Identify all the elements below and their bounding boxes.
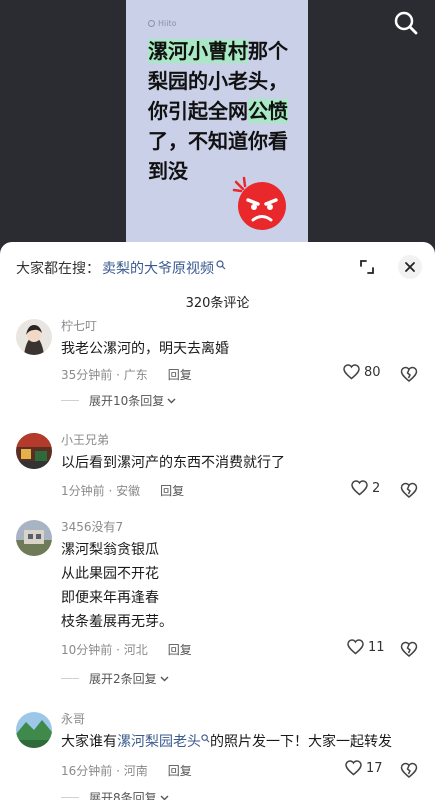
close-button[interactable] [398, 255, 422, 279]
chevron-down-icon [167, 398, 176, 404]
comment-text: 我老公漯河的，明天去离婚 [61, 337, 229, 361]
comment-meta: 35分钟前 · 广东 回复 [61, 366, 192, 383]
caption-part: 公愤 [248, 99, 288, 123]
comment-time-location: 35分钟前 · 广东 [61, 368, 148, 382]
comment-item: 永哥 大家谁有漯河梨园老头 的照片发一下！大家一起转发 16分钟前 · 河南 回复… [0, 712, 435, 800]
avatar[interactable] [16, 433, 52, 469]
video-watermark: Hiito [148, 19, 177, 28]
comment-line: 枝条羞展再无芽。 [61, 614, 173, 630]
angry-face-emoji-icon [232, 176, 286, 230]
divider [61, 400, 79, 401]
comment-username[interactable]: 永哥 [61, 710, 85, 727]
search-icon[interactable] [393, 10, 419, 36]
trending-search-prefix: 大家都在搜： [16, 261, 100, 277]
comment-line: 即便来年再逢春 [61, 590, 159, 606]
avatar[interactable] [16, 712, 52, 748]
watermark-circle-icon [148, 20, 155, 27]
video-caption: 漯河小曹村那个梨园的小老头，你引起全网公愤了，不知道你看到没 [148, 36, 298, 186]
expand-replies-button[interactable]: 展开8条回复 [61, 789, 169, 800]
like-button[interactable]: 2 [351, 480, 380, 496]
comment-meta: 10分钟前 · 河北 回复 [61, 641, 192, 658]
comment-text: 以后看到漯河产的东西不消费就行了 [61, 451, 285, 475]
reply-button[interactable]: 回复 [160, 482, 184, 499]
chevron-down-icon [160, 795, 169, 800]
reply-button[interactable]: 回复 [168, 366, 192, 383]
dislike-broken-heart-icon[interactable] [400, 481, 418, 499]
comment-line: 从此果园不开花 [61, 566, 159, 582]
heart-icon [347, 639, 364, 655]
comment-search-link[interactable]: 漯河梨园老头 [117, 734, 201, 750]
caption-part: 漯河小曹村 [148, 39, 248, 63]
comment-text: 大家谁有漯河梨园老头 的照片发一下！大家一起转发 [61, 730, 392, 754]
comment-line: 我老公漯河的，明天去离婚 [61, 341, 229, 357]
chevron-down-icon [160, 676, 169, 682]
like-button[interactable]: 11 [347, 639, 385, 655]
expand-replies-label: 展开8条回复 [89, 791, 157, 800]
comment-time-location: 16分钟前 · 河南 [61, 764, 148, 778]
comment-username[interactable]: 柠七叮 [61, 317, 97, 334]
avatar[interactable] [16, 520, 52, 556]
comment-item: 小王兄弟 以后看到漯河产的东西不消费就行了 1分钟前 · 安徽 回复 2 [0, 433, 435, 503]
comment-item: 3456没有7 漯河梨翁贪银瓜 从此果园不开花 即便来年再逢春 枝条羞展再无芽。… [0, 520, 435, 690]
search-small-icon [201, 734, 210, 743]
trending-search-bar[interactable]: 大家都在搜： 卖梨的大爷原视频 [16, 258, 226, 278]
divider [61, 797, 79, 798]
comment-text-part: 的照片发一下！大家一起转发 [210, 734, 392, 750]
comment-meta: 16分钟前 · 河南 回复 [61, 762, 192, 779]
comment-time-location: 1分钟前 · 安徽 [61, 484, 141, 498]
heart-icon [343, 364, 360, 380]
comment-count: 320条评论 [185, 296, 250, 311]
caption-part: 了，不知道你看到没 [148, 129, 288, 183]
expand-icon[interactable] [356, 256, 378, 278]
reply-button[interactable]: 回复 [168, 762, 192, 779]
expand-replies-button[interactable]: 展开2条回复 [61, 670, 169, 687]
expand-replies-label: 展开2条回复 [89, 672, 157, 686]
heart-icon [345, 760, 362, 776]
comment-text-part: 大家谁有 [61, 734, 117, 750]
search-small-icon [216, 260, 226, 270]
divider [61, 678, 79, 679]
comment-item: 柠七叮 我老公漯河的，明天去离婚 35分钟前 · 广东 回复 80 展开10条回… [0, 319, 435, 409]
video-area[interactable]: Hiito 漯河小曹村那个梨园的小老头，你引起全网公愤了，不知道你看到没 [0, 0, 435, 260]
like-count: 17 [366, 760, 383, 776]
avatar[interactable] [16, 319, 52, 355]
comment-username[interactable]: 3456没有7 [61, 518, 123, 535]
reply-button[interactable]: 回复 [168, 641, 192, 658]
video-frame[interactable]: Hiito 漯河小曹村那个梨园的小老头，你引起全网公愤了，不知道你看到没 [126, 0, 308, 260]
comment-text: 漯河梨翁贪银瓜 从此果园不开花 即便来年再逢春 枝条羞展再无芽。 [61, 538, 173, 634]
like-count: 2 [372, 480, 381, 496]
dislike-broken-heart-icon[interactable] [400, 365, 418, 383]
trending-search-link[interactable]: 卖梨的大爷原视频 [102, 258, 214, 278]
comment-username[interactable]: 小王兄弟 [61, 431, 109, 448]
dislike-broken-heart-icon[interactable] [400, 640, 418, 658]
close-icon [405, 262, 415, 272]
like-button[interactable]: 17 [345, 760, 383, 776]
comment-time-location: 10分钟前 · 河北 [61, 643, 148, 657]
like-count: 80 [364, 364, 381, 380]
dislike-broken-heart-icon[interactable] [400, 761, 418, 779]
comment-meta: 1分钟前 · 安徽 回复 [61, 482, 184, 499]
comment-panel: 大家都在搜： 卖梨的大爷原视频 320条评论 柠七叮 我老公漯河的，明天去离婚 [0, 242, 435, 800]
heart-icon [351, 480, 368, 496]
comment-line: 漯河梨翁贪银瓜 [61, 542, 159, 558]
like-count: 11 [368, 639, 385, 655]
expand-replies-label: 展开10条回复 [89, 394, 165, 408]
comment-line: 以后看到漯河产的东西不消费就行了 [61, 455, 285, 471]
expand-replies-button[interactable]: 展开10条回复 [61, 392, 176, 409]
like-button[interactable]: 80 [343, 364, 381, 380]
